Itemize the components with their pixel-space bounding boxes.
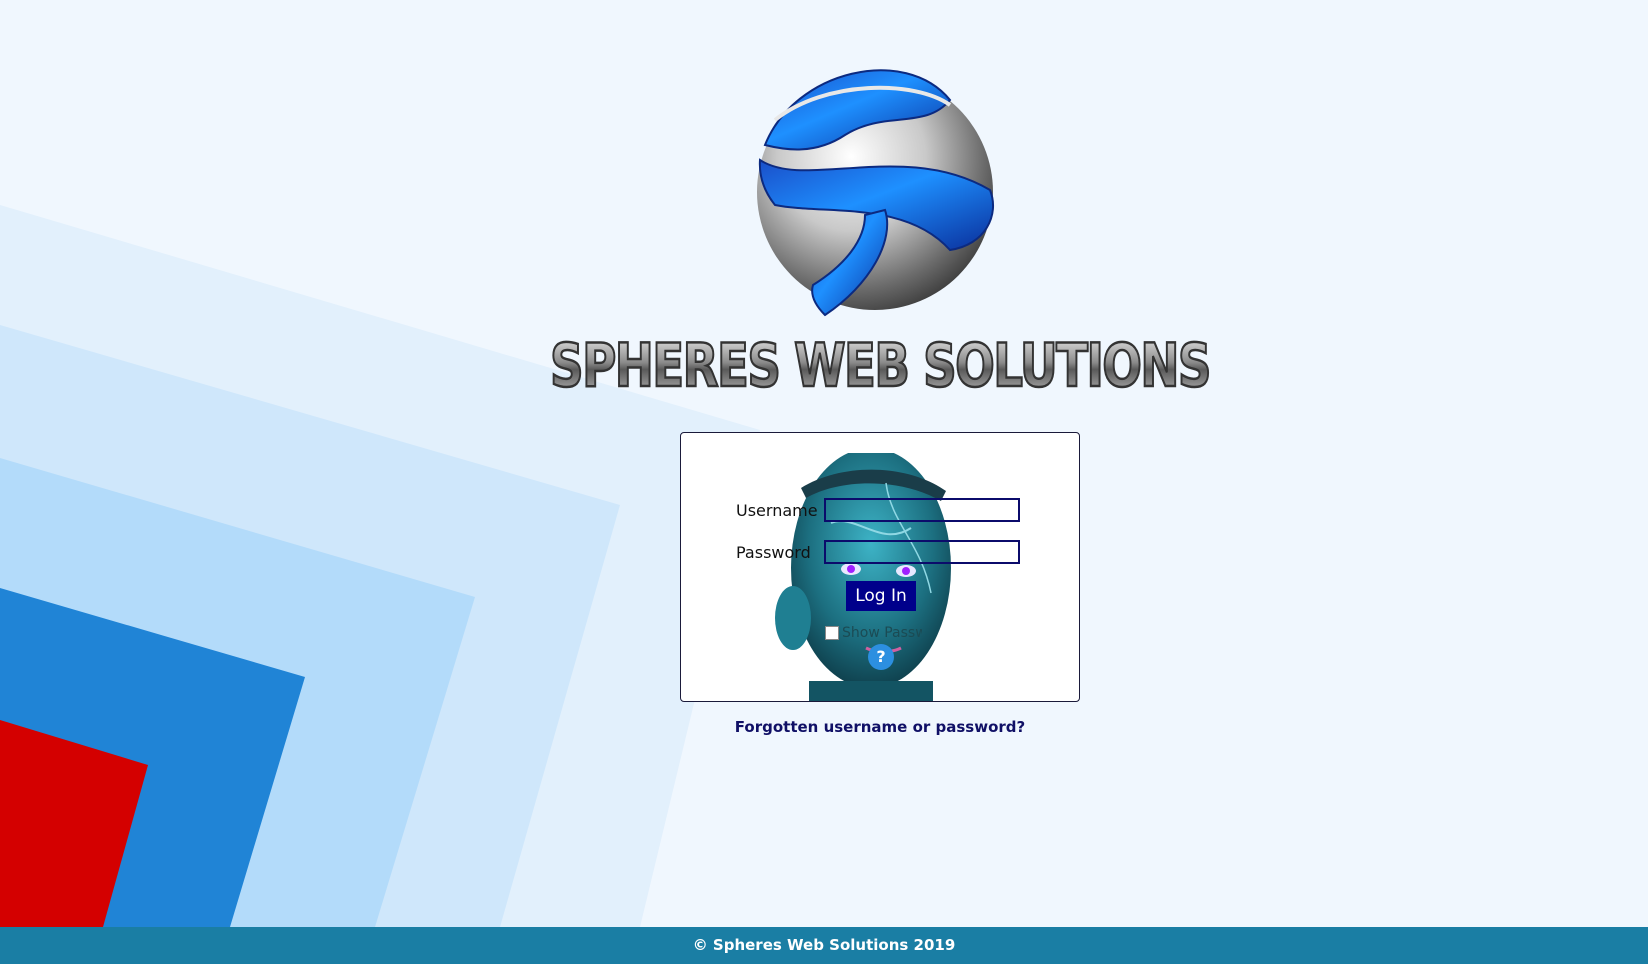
footer: © Spheres Web Solutions 2019 xyxy=(0,927,1648,964)
username-row: Username xyxy=(736,498,1020,522)
username-input[interactable] xyxy=(824,498,1020,522)
show-password-label: Show Password xyxy=(842,625,922,641)
password-label: Password xyxy=(736,542,811,562)
username-label: Username xyxy=(736,500,818,520)
show-password-toggle[interactable]: Show Password xyxy=(825,625,922,641)
forgot-credentials-link[interactable]: Forgotten username or password? xyxy=(680,718,1080,736)
company-name-text: SPHERES WEB SOLUTIONS xyxy=(550,331,1210,400)
sphere-s-logo-icon xyxy=(757,69,995,317)
company-wordmark: SPHERES WEB SOLUTIONS xyxy=(549,330,1214,400)
copyright-text: © Spheres Web Solutions 2019 xyxy=(692,936,956,954)
show-password-checkbox[interactable] xyxy=(825,626,839,640)
password-row: Password xyxy=(736,540,1020,564)
help-icon[interactable]: ? xyxy=(868,644,894,670)
login-button[interactable]: Log In xyxy=(846,581,916,611)
login-panel: Username Password Log In Show Password ? xyxy=(680,432,1080,702)
password-input[interactable] xyxy=(824,540,1020,564)
